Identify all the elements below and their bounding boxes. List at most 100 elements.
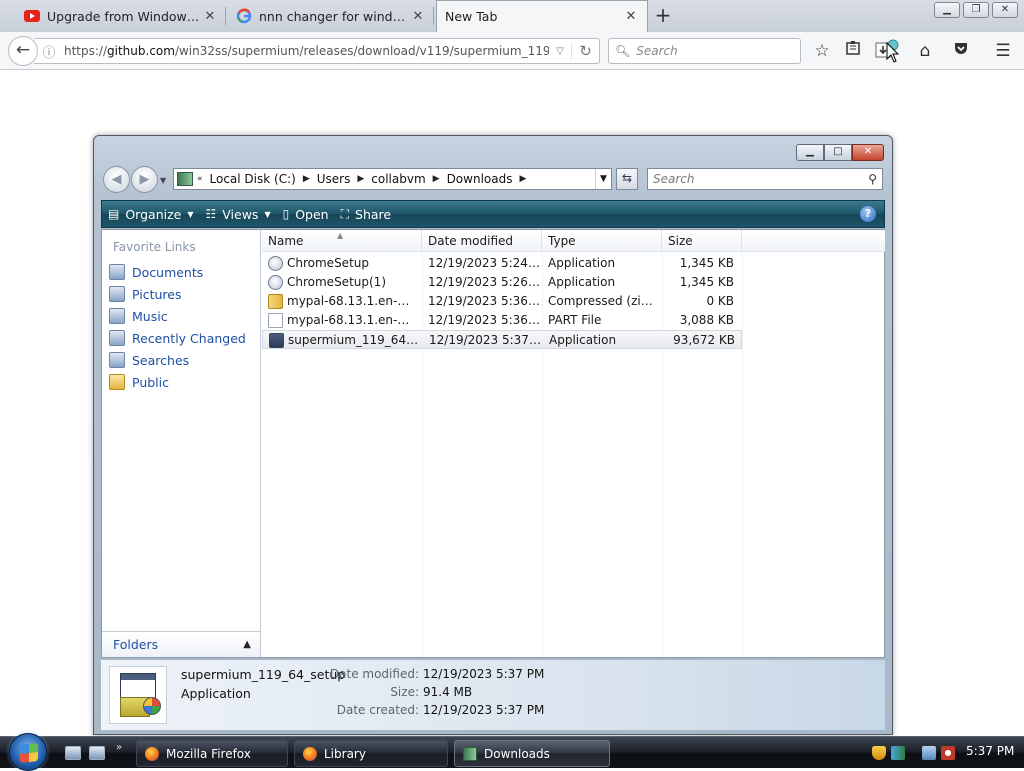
sort-arrow-icon: ▲ — [337, 231, 344, 240]
breadcrumb-collabvm[interactable]: collabvm — [371, 172, 425, 186]
help-icon[interactable]: ? — [860, 206, 876, 222]
file-row[interactable]: ChromeSetup(1) 12/19/2023 5:26 PM Applic… — [262, 273, 742, 292]
file-type: Application — [548, 256, 616, 270]
favorite-link-label: Pictures — [132, 286, 182, 302]
favorite-link-recently-changed[interactable]: Recently Changed — [109, 328, 246, 348]
favorite-link-documents[interactable]: Documents — [109, 262, 203, 282]
reading-list-icon[interactable] — [841, 39, 865, 63]
taskbar-button-library[interactable]: Library — [294, 740, 448, 767]
back-arrow-icon: ← — [15, 40, 31, 60]
favorite-links-title: Favorite Links — [113, 240, 196, 254]
folders-toggle[interactable]: Folders ▲ — [102, 631, 260, 657]
file-name: mypal-68.13.1.en-US.w... — [287, 294, 418, 308]
info-icon[interactable]: ⓘ — [34, 42, 64, 61]
file-row-selected[interactable]: supermium_119_64_set... 12/19/2023 5:37 … — [262, 330, 742, 349]
explorer-search-input[interactable]: Search ⚲ — [647, 168, 883, 190]
favorite-link-pictures[interactable]: Pictures — [109, 284, 182, 304]
restore-icon[interactable]: ❐ — [963, 2, 989, 18]
recently-changed-icon — [109, 330, 125, 346]
tab-close-icon[interactable]: ✕ — [202, 9, 218, 24]
file-row[interactable]: ChromeSetup 12/19/2023 5:24 PM Applicati… — [262, 254, 742, 273]
breadcrumb-users[interactable]: Users — [317, 172, 351, 186]
file-type: Application — [549, 333, 617, 347]
file-row[interactable]: mypal-68.13.1.en-US.w... 12/19/2023 5:36… — [262, 292, 742, 311]
windows-update-icon[interactable] — [891, 746, 905, 760]
search-icon: 🔍︎ — [615, 44, 631, 58]
back-button[interactable]: ← — [8, 36, 38, 66]
taskbar-button-downloads[interactable]: Downloads — [454, 740, 610, 767]
column-header-size[interactable]: Size — [662, 230, 742, 252]
explorer-content: Favorite Links Documents Pictures Music … — [101, 229, 885, 658]
file-name: ChromeSetup — [287, 256, 369, 270]
show-desktop-icon[interactable] — [65, 746, 81, 760]
quick-launch-more-icon[interactable]: » — [116, 742, 122, 753]
column-header-name[interactable]: ▲ Name — [262, 230, 422, 252]
minimize-icon[interactable]: ▁ — [796, 144, 824, 161]
tab-close-icon[interactable]: ✕ — [623, 9, 639, 24]
file-size: 3,088 KB — [679, 313, 734, 327]
minimize-icon[interactable]: ▁ — [934, 2, 960, 18]
share-button[interactable]: ⛶ Share — [335, 201, 397, 227]
chevron-right-icon[interactable]: ▶ — [433, 174, 440, 184]
browser-tab-strip: Upgrade from Windows XP... ✕ nnn changer… — [0, 0, 1024, 32]
column-header-date-modified[interactable]: Date modified — [422, 230, 542, 252]
maximize-icon[interactable]: □ — [824, 144, 852, 161]
organize-label: Organize — [125, 206, 182, 222]
taskbar-button-firefox[interactable]: Mozilla Firefox — [136, 740, 288, 767]
chevron-right-icon[interactable]: ▶ — [303, 174, 310, 184]
reload-icon[interactable]: ↻ — [571, 42, 599, 60]
close-icon[interactable]: ✕ — [992, 2, 1018, 18]
switch-windows-icon[interactable] — [89, 746, 105, 760]
tab-google[interactable]: nnn changer for windows ... ✕ — [228, 0, 434, 32]
column-label: Name — [268, 234, 304, 248]
chevron-right-icon[interactable]: ▶ — [519, 174, 526, 184]
tab-close-icon[interactable]: ✕ — [410, 9, 426, 24]
browser-search-input[interactable]: 🔍︎ Search — [608, 38, 801, 64]
favorite-link-searches[interactable]: Searches — [109, 350, 189, 370]
back-button[interactable]: ◀ — [103, 166, 130, 193]
address-dropdown-icon[interactable]: ▼ — [595, 169, 611, 189]
url-bar[interactable]: ⓘ https://github.com/win32ss/supermium/r… — [34, 38, 600, 64]
home-icon[interactable]: ⌂ — [913, 39, 937, 63]
breadcrumb-local-disk[interactable]: Local Disk (C:) — [210, 172, 296, 186]
file-date: 12/19/2023 5:36 PM — [428, 294, 540, 308]
bookmark-star-icon[interactable]: ☆ — [810, 39, 834, 63]
security-shield-icon[interactable] — [872, 746, 886, 760]
details-date-modified: 12/19/2023 5:37 PM — [423, 667, 545, 681]
menu-hamburger-icon[interactable]: ☰ — [991, 39, 1015, 63]
column-label: Date modified — [428, 234, 514, 248]
taskbar-button-label: Mozilla Firefox — [166, 746, 251, 761]
browser-window-controls: ▁ ❐ ✕ — [934, 2, 1018, 18]
organize-button[interactable]: ▤ Organize ▼ — [102, 201, 200, 227]
open-button[interactable]: ▯ Open — [277, 201, 335, 227]
pocket-icon[interactable] — [949, 39, 973, 63]
breadcrumb-overflow[interactable]: « — [197, 174, 203, 184]
column-header-type[interactable]: Type — [542, 230, 662, 252]
volume-muted-icon[interactable] — [941, 746, 955, 760]
forward-button[interactable]: ▶ — [131, 166, 158, 193]
favorite-link-public[interactable]: Public — [109, 372, 169, 392]
file-name: supermium_119_64_set... — [288, 333, 419, 347]
refresh-button[interactable]: ⇆ — [616, 168, 638, 190]
close-icon[interactable]: ✕ — [852, 144, 884, 161]
url-scheme: https:// — [64, 44, 108, 58]
explorer-address-bar[interactable]: « Local Disk (C:) ▶ Users ▶ collabvm ▶ D… — [173, 168, 612, 190]
file-date: 12/19/2023 5:36 PM — [428, 313, 540, 327]
recent-pages-dropdown-icon[interactable]: ▼ — [160, 176, 166, 185]
history-dropdown-icon[interactable]: ▽ — [549, 46, 571, 57]
search-icon: ⚲ — [868, 172, 877, 186]
network-icon[interactable] — [922, 746, 936, 760]
views-button[interactable]: ☷ Views ▼ — [200, 201, 277, 227]
favorite-link-music[interactable]: Music — [109, 306, 168, 326]
breadcrumb-downloads[interactable]: Downloads — [447, 172, 513, 186]
tab-new-tab[interactable]: New Tab ✕ — [436, 0, 648, 32]
taskbar-clock[interactable]: 5:37 PM — [966, 744, 1014, 758]
tab-youtube[interactable]: Upgrade from Windows XP... ✕ — [16, 0, 226, 32]
start-button[interactable] — [9, 733, 47, 771]
url-text[interactable]: https://github.com/win32ss/supermium/rel… — [64, 44, 549, 58]
file-row[interactable]: mypal-68.13.1.en-US.w... 12/19/2023 5:36… — [262, 311, 742, 330]
new-tab-button[interactable]: + — [652, 5, 674, 27]
navigation-pane: Favorite Links Documents Pictures Music … — [102, 230, 261, 657]
chevron-right-icon[interactable]: ▶ — [357, 174, 364, 184]
details-date-created: 12/19/2023 5:37 PM — [423, 703, 545, 717]
